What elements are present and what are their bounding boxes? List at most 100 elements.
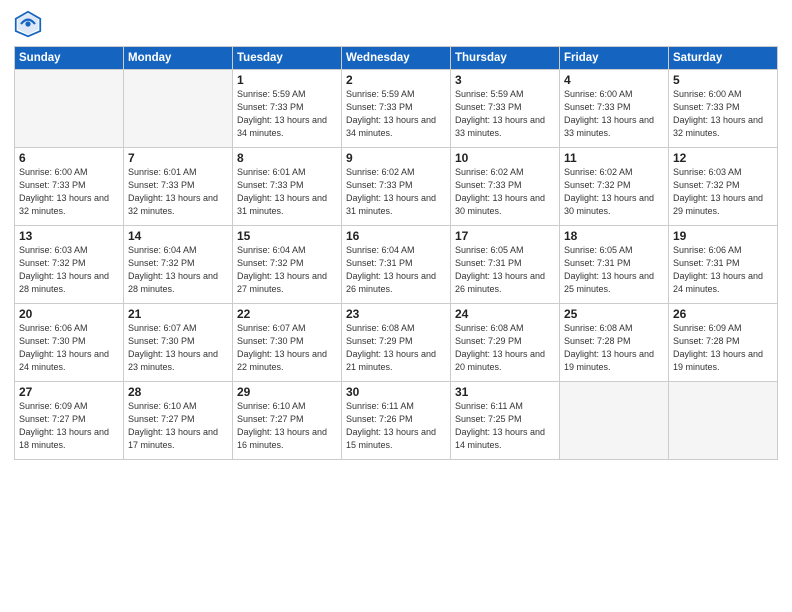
calendar-week-row: 20Sunrise: 6:06 AM Sunset: 7:30 PM Dayli… [15, 304, 778, 382]
calendar-week-row: 1Sunrise: 5:59 AM Sunset: 7:33 PM Daylig… [15, 70, 778, 148]
day-number: 31 [455, 385, 555, 399]
calendar-cell: 5Sunrise: 6:00 AM Sunset: 7:33 PM Daylig… [669, 70, 778, 148]
day-info: Sunrise: 6:06 AM Sunset: 7:30 PM Dayligh… [19, 322, 119, 374]
day-info: Sunrise: 6:00 AM Sunset: 7:33 PM Dayligh… [19, 166, 119, 218]
calendar-cell: 28Sunrise: 6:10 AM Sunset: 7:27 PM Dayli… [124, 382, 233, 460]
day-number: 29 [237, 385, 337, 399]
day-number: 22 [237, 307, 337, 321]
day-info: Sunrise: 6:02 AM Sunset: 7:32 PM Dayligh… [564, 166, 664, 218]
day-number: 11 [564, 151, 664, 165]
weekday-header-cell: Friday [560, 47, 669, 70]
day-number: 17 [455, 229, 555, 243]
logo [14, 10, 46, 38]
calendar-cell: 27Sunrise: 6:09 AM Sunset: 7:27 PM Dayli… [15, 382, 124, 460]
day-number: 28 [128, 385, 228, 399]
calendar-cell: 13Sunrise: 6:03 AM Sunset: 7:32 PM Dayli… [15, 226, 124, 304]
day-number: 25 [564, 307, 664, 321]
weekday-header-cell: Wednesday [342, 47, 451, 70]
day-info: Sunrise: 6:11 AM Sunset: 7:25 PM Dayligh… [455, 400, 555, 452]
calendar-cell: 29Sunrise: 6:10 AM Sunset: 7:27 PM Dayli… [233, 382, 342, 460]
weekday-header-cell: Tuesday [233, 47, 342, 70]
day-info: Sunrise: 6:11 AM Sunset: 7:26 PM Dayligh… [346, 400, 446, 452]
calendar-cell: 12Sunrise: 6:03 AM Sunset: 7:32 PM Dayli… [669, 148, 778, 226]
calendar-week-row: 27Sunrise: 6:09 AM Sunset: 7:27 PM Dayli… [15, 382, 778, 460]
day-info: Sunrise: 6:08 AM Sunset: 7:28 PM Dayligh… [564, 322, 664, 374]
weekday-header-cell: Thursday [451, 47, 560, 70]
weekday-header-row: SundayMondayTuesdayWednesdayThursdayFrid… [15, 47, 778, 70]
day-info: Sunrise: 6:00 AM Sunset: 7:33 PM Dayligh… [673, 88, 773, 140]
day-number: 9 [346, 151, 446, 165]
day-number: 8 [237, 151, 337, 165]
day-info: Sunrise: 6:03 AM Sunset: 7:32 PM Dayligh… [19, 244, 119, 296]
day-number: 23 [346, 307, 446, 321]
day-number: 13 [19, 229, 119, 243]
header [14, 10, 778, 38]
day-info: Sunrise: 6:04 AM Sunset: 7:31 PM Dayligh… [346, 244, 446, 296]
calendar-cell: 25Sunrise: 6:08 AM Sunset: 7:28 PM Dayli… [560, 304, 669, 382]
day-info: Sunrise: 6:00 AM Sunset: 7:33 PM Dayligh… [564, 88, 664, 140]
calendar-cell: 10Sunrise: 6:02 AM Sunset: 7:33 PM Dayli… [451, 148, 560, 226]
day-info: Sunrise: 6:09 AM Sunset: 7:27 PM Dayligh… [19, 400, 119, 452]
day-info: Sunrise: 6:01 AM Sunset: 7:33 PM Dayligh… [128, 166, 228, 218]
day-info: Sunrise: 5:59 AM Sunset: 7:33 PM Dayligh… [455, 88, 555, 140]
calendar-cell: 19Sunrise: 6:06 AM Sunset: 7:31 PM Dayli… [669, 226, 778, 304]
day-number: 21 [128, 307, 228, 321]
calendar-cell [124, 70, 233, 148]
day-info: Sunrise: 6:06 AM Sunset: 7:31 PM Dayligh… [673, 244, 773, 296]
calendar-cell: 20Sunrise: 6:06 AM Sunset: 7:30 PM Dayli… [15, 304, 124, 382]
day-info: Sunrise: 6:08 AM Sunset: 7:29 PM Dayligh… [346, 322, 446, 374]
calendar-cell: 30Sunrise: 6:11 AM Sunset: 7:26 PM Dayli… [342, 382, 451, 460]
calendar-cell: 31Sunrise: 6:11 AM Sunset: 7:25 PM Dayli… [451, 382, 560, 460]
day-info: Sunrise: 6:07 AM Sunset: 7:30 PM Dayligh… [128, 322, 228, 374]
day-info: Sunrise: 6:10 AM Sunset: 7:27 PM Dayligh… [128, 400, 228, 452]
day-info: Sunrise: 6:05 AM Sunset: 7:31 PM Dayligh… [564, 244, 664, 296]
day-info: Sunrise: 6:08 AM Sunset: 7:29 PM Dayligh… [455, 322, 555, 374]
calendar-cell [560, 382, 669, 460]
calendar-cell: 4Sunrise: 6:00 AM Sunset: 7:33 PM Daylig… [560, 70, 669, 148]
day-number: 1 [237, 73, 337, 87]
logo-icon [14, 10, 42, 38]
day-number: 10 [455, 151, 555, 165]
day-info: Sunrise: 6:03 AM Sunset: 7:32 PM Dayligh… [673, 166, 773, 218]
day-number: 5 [673, 73, 773, 87]
calendar-cell [669, 382, 778, 460]
calendar-cell: 2Sunrise: 5:59 AM Sunset: 7:33 PM Daylig… [342, 70, 451, 148]
day-info: Sunrise: 6:04 AM Sunset: 7:32 PM Dayligh… [237, 244, 337, 296]
day-info: Sunrise: 6:02 AM Sunset: 7:33 PM Dayligh… [346, 166, 446, 218]
day-number: 24 [455, 307, 555, 321]
day-number: 16 [346, 229, 446, 243]
day-number: 7 [128, 151, 228, 165]
calendar-week-row: 6Sunrise: 6:00 AM Sunset: 7:33 PM Daylig… [15, 148, 778, 226]
calendar-cell: 9Sunrise: 6:02 AM Sunset: 7:33 PM Daylig… [342, 148, 451, 226]
day-number: 15 [237, 229, 337, 243]
day-info: Sunrise: 5:59 AM Sunset: 7:33 PM Dayligh… [237, 88, 337, 140]
calendar-cell: 1Sunrise: 5:59 AM Sunset: 7:33 PM Daylig… [233, 70, 342, 148]
day-number: 20 [19, 307, 119, 321]
calendar-cell [15, 70, 124, 148]
day-info: Sunrise: 6:01 AM Sunset: 7:33 PM Dayligh… [237, 166, 337, 218]
calendar-table: SundayMondayTuesdayWednesdayThursdayFrid… [14, 46, 778, 460]
day-number: 4 [564, 73, 664, 87]
page-container: SundayMondayTuesdayWednesdayThursdayFrid… [0, 0, 792, 470]
day-info: Sunrise: 6:04 AM Sunset: 7:32 PM Dayligh… [128, 244, 228, 296]
day-number: 6 [19, 151, 119, 165]
calendar-cell: 24Sunrise: 6:08 AM Sunset: 7:29 PM Dayli… [451, 304, 560, 382]
weekday-header-cell: Monday [124, 47, 233, 70]
weekday-header-cell: Sunday [15, 47, 124, 70]
day-number: 14 [128, 229, 228, 243]
calendar-body: 1Sunrise: 5:59 AM Sunset: 7:33 PM Daylig… [15, 70, 778, 460]
day-number: 18 [564, 229, 664, 243]
calendar-cell: 23Sunrise: 6:08 AM Sunset: 7:29 PM Dayli… [342, 304, 451, 382]
day-number: 26 [673, 307, 773, 321]
calendar-cell: 14Sunrise: 6:04 AM Sunset: 7:32 PM Dayli… [124, 226, 233, 304]
day-info: Sunrise: 6:02 AM Sunset: 7:33 PM Dayligh… [455, 166, 555, 218]
weekday-header-cell: Saturday [669, 47, 778, 70]
day-info: Sunrise: 6:10 AM Sunset: 7:27 PM Dayligh… [237, 400, 337, 452]
day-number: 19 [673, 229, 773, 243]
calendar-cell: 21Sunrise: 6:07 AM Sunset: 7:30 PM Dayli… [124, 304, 233, 382]
day-number: 12 [673, 151, 773, 165]
calendar-cell: 22Sunrise: 6:07 AM Sunset: 7:30 PM Dayli… [233, 304, 342, 382]
calendar-cell: 6Sunrise: 6:00 AM Sunset: 7:33 PM Daylig… [15, 148, 124, 226]
day-info: Sunrise: 6:07 AM Sunset: 7:30 PM Dayligh… [237, 322, 337, 374]
day-info: Sunrise: 6:09 AM Sunset: 7:28 PM Dayligh… [673, 322, 773, 374]
